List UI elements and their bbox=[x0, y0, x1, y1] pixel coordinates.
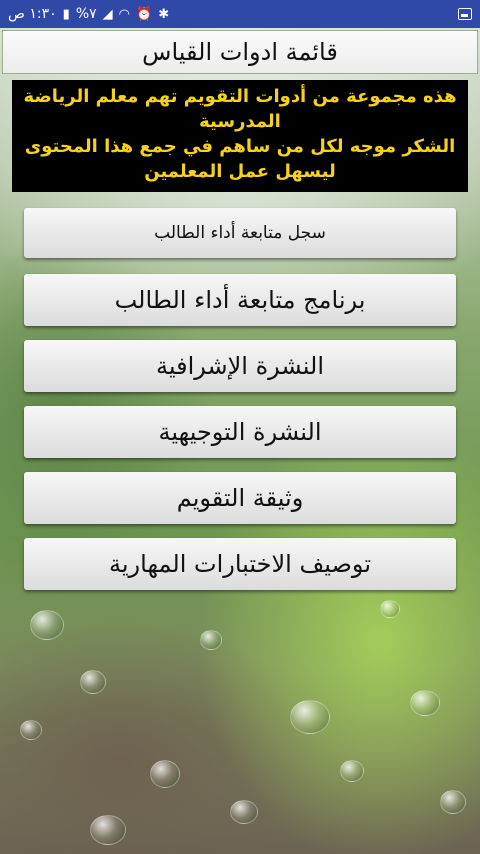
status-bar: ١:٣٠ ص ▮ %٧ ◢ ◠ ⏰ ✱ bbox=[0, 0, 480, 28]
wifi-icon: ◠ bbox=[118, 6, 131, 22]
water-drop bbox=[380, 600, 400, 618]
water-drop bbox=[440, 790, 466, 814]
bluetooth-icon: ✱ bbox=[158, 6, 170, 22]
alarm-icon: ⏰ bbox=[136, 6, 153, 22]
banner-line-1: هذه مجموعة من أدوات التقويم تهم معلم الر… bbox=[23, 86, 457, 107]
page-title: قائمة ادوات القياس bbox=[2, 30, 478, 74]
status-left: ١:٣٠ ص ▮ %٧ ◢ ◠ ⏰ ✱ bbox=[8, 6, 169, 22]
guidance-bulletin-button[interactable]: النشرة التوجيهية bbox=[24, 406, 456, 458]
signal-icon: ◢ bbox=[102, 6, 113, 22]
water-drop bbox=[80, 670, 106, 694]
water-drop bbox=[230, 800, 258, 824]
battery-icon: ▮ bbox=[62, 6, 70, 22]
water-drop bbox=[340, 760, 364, 782]
water-drop bbox=[90, 815, 126, 845]
info-banner: هذه مجموعة من أدوات التقويم تهم معلم الر… bbox=[12, 80, 468, 192]
student-performance-log-button[interactable]: سجل متابعة أداء الطالب bbox=[24, 208, 456, 258]
status-time: ١:٣٠ ص bbox=[8, 6, 57, 22]
status-right bbox=[458, 8, 472, 20]
water-drop bbox=[30, 610, 64, 640]
water-drop bbox=[20, 720, 42, 740]
water-drop bbox=[200, 630, 222, 650]
water-drop bbox=[290, 700, 330, 734]
banner-line-3: الشكر موجه لكل من ساهم في جمع هذا المحتو… bbox=[24, 136, 456, 157]
gallery-icon bbox=[458, 8, 472, 20]
supervisory-bulletin-button[interactable]: النشرة الإشرافية bbox=[24, 340, 456, 392]
battery-percent: %٧ bbox=[75, 6, 97, 22]
banner-line-2: المدرسية bbox=[199, 111, 281, 132]
water-drop bbox=[410, 690, 440, 716]
student-performance-program-button[interactable]: برنامج متابعة أداء الطالب bbox=[24, 274, 456, 326]
banner-line-4: ليسهل عمل المعلمين bbox=[144, 161, 336, 182]
evaluation-document-button[interactable]: وثيقة التقويم bbox=[24, 472, 456, 524]
water-drop bbox=[150, 760, 180, 788]
skill-tests-description-button[interactable]: توصيف الاختبارات المهارية bbox=[24, 538, 456, 590]
